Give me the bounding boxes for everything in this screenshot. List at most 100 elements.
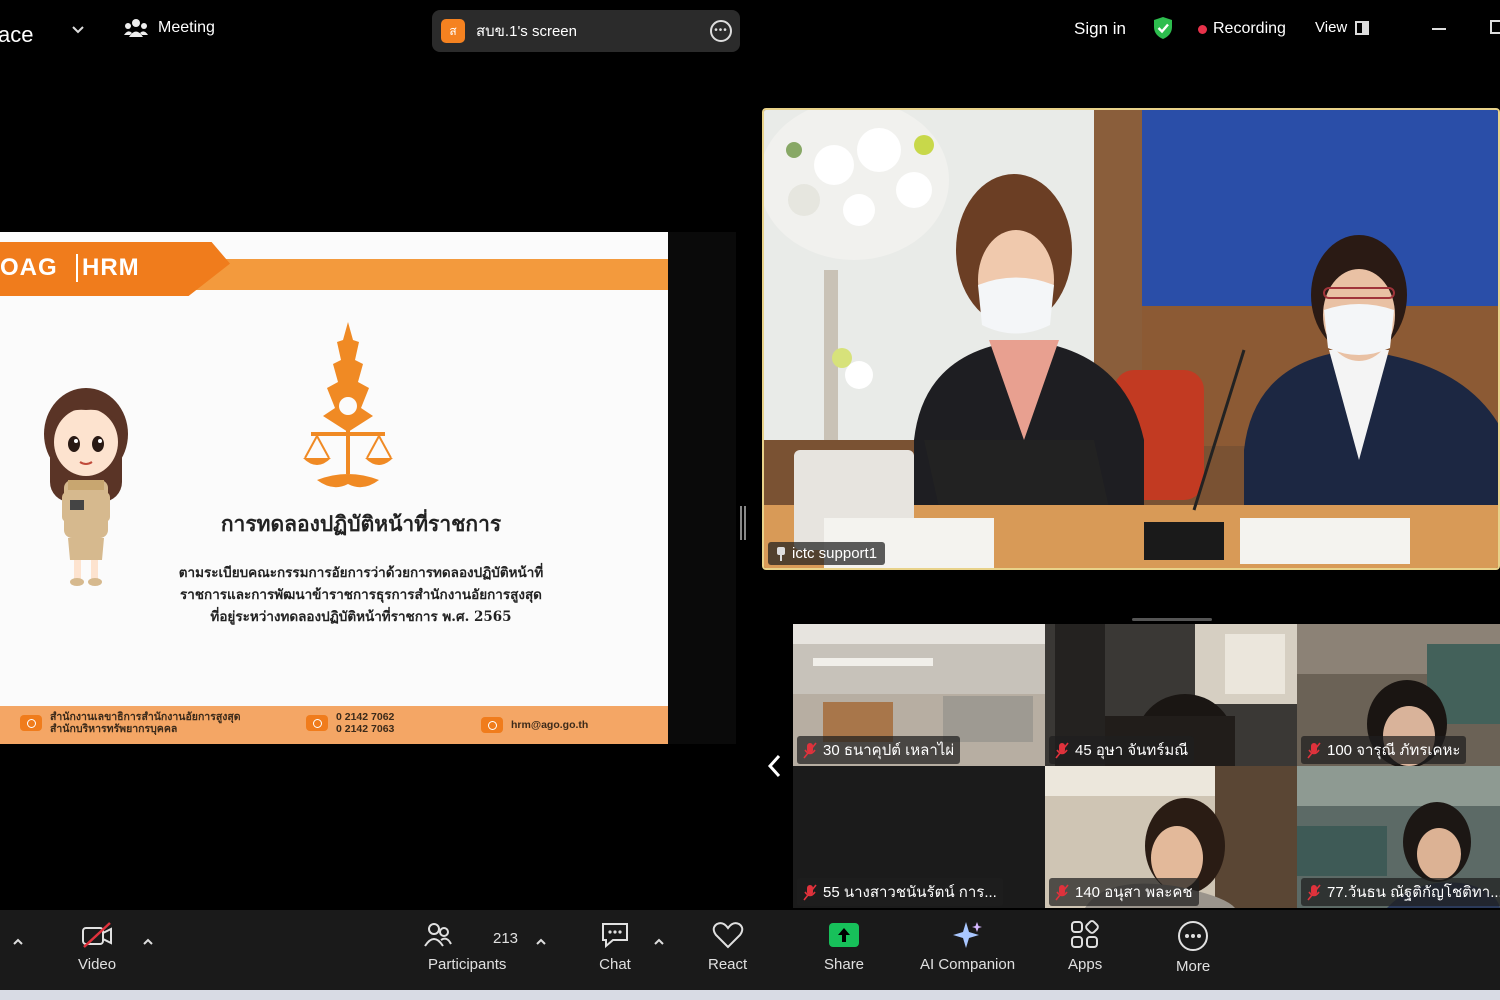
participant-name-tag: 77.วันธน ณัฐติกัญโชติทา...	[1301, 878, 1500, 906]
apps-label: Apps	[1068, 956, 1103, 973]
chevron-down-icon[interactable]	[70, 22, 86, 38]
shared-screen: OAG HRM การทดลองปฏิบัติหน้าที่ราชการ ตาม…	[0, 232, 736, 744]
more-options-icon[interactable]: •••	[710, 20, 732, 42]
sharer-avatar: ส	[441, 19, 465, 43]
window-title: ace	[0, 22, 34, 47]
slide-title: การทดลองปฏิบัติหน้าที่ราชการ	[220, 511, 502, 536]
participant-name-tag: 100 จารุณี ภัทรเคหะ	[1301, 736, 1467, 764]
participants-count: 213	[493, 930, 519, 947]
logo-separator	[76, 254, 78, 282]
share-label: Share	[824, 956, 865, 973]
chevron-up-icon[interactable]	[142, 936, 154, 948]
minimize-button[interactable]	[1432, 28, 1446, 30]
more-button[interactable]: More	[1176, 920, 1210, 975]
gallery-resize-handle[interactable]	[1132, 618, 1212, 621]
location-icon	[20, 715, 42, 731]
heart-icon	[712, 922, 743, 949]
sparkle-icon	[952, 922, 982, 948]
video-off-icon	[82, 922, 113, 948]
participant-name: 55 นางสาวชนันรัตน์ การ...	[823, 884, 997, 901]
participant-tile[interactable]: 100 จารุณี ภัทรเคหะ	[1297, 624, 1500, 766]
screen-share-indicator[interactable]: ส สบข.1's screen •••	[432, 10, 740, 52]
apps-button[interactable]: Apps	[1068, 920, 1102, 973]
view-layout-icon	[1355, 20, 1370, 35]
view-button[interactable]: View	[1315, 19, 1370, 36]
meeting-toolbar: Video Participants 213 Chat React Share	[0, 910, 1500, 990]
recording-indicator[interactable]: Recording	[1198, 20, 1286, 38]
video-button[interactable]: Video	[78, 920, 116, 973]
ai-companion-button[interactable]: AI Companion	[920, 920, 1015, 973]
slide-footer: สำนักงานเลขาธิการสำนักงานอัยการสูงสุด สำ…	[0, 706, 668, 744]
footer-org-line: สำนักบริหารทรัพยากรบุคคล	[50, 723, 178, 735]
phone-icon	[306, 715, 328, 731]
more-label: More	[1176, 958, 1211, 975]
participant-name-tag: 45 อุษา จันทร์มณี	[1049, 736, 1195, 764]
participant-tile[interactable]: 77.วันธน ณัฐติกัญโชติทา...	[1297, 766, 1500, 908]
footer-phone-2: 0 2142 7063	[336, 723, 395, 735]
meeting-label: Meeting	[158, 19, 215, 36]
subtitle-line: ตามระเบียบคณะกรรมการอัยการว่าด้วยการทดลอ…	[178, 565, 544, 581]
mic-muted-icon	[1055, 742, 1069, 758]
panel-resize-handle[interactable]	[740, 506, 746, 540]
mic-muted-icon	[1307, 884, 1321, 900]
meeting-info-button[interactable]: Meeting	[124, 18, 215, 38]
chevron-up-icon[interactable]	[653, 936, 665, 948]
participant-tile[interactable]: 45 อุษา จันทร์มณี	[1045, 624, 1297, 766]
participant-tile[interactable]: 55 นางสาวชนันรัตน์ การ...	[793, 766, 1045, 908]
presentation-slide: OAG HRM การทดลองปฏิบัติหน้าที่ราชการ ตาม…	[0, 232, 668, 744]
people-icon	[124, 19, 148, 37]
participant-name-tag: 140 อนุสา พละคช	[1049, 878, 1199, 906]
participant-name: 45 อุษา จันทร์มณี	[1075, 742, 1189, 759]
speaker-name-tag: ictc support1	[768, 542, 886, 565]
footer-email-text: hrm@ago.go.th	[511, 719, 589, 731]
participant-name: 140 อนุสา พละคช	[1075, 884, 1193, 901]
shield-check-icon[interactable]	[1152, 16, 1174, 40]
participant-name-tag: 55 นางสาวชนันรัตน์ การ...	[797, 878, 1003, 906]
sign-in-button[interactable]: Sign in	[1074, 19, 1126, 39]
mic-muted-icon	[1307, 742, 1321, 758]
video-label: Video	[78, 956, 117, 973]
chevron-up-icon[interactable]	[12, 936, 24, 948]
chat-icon	[602, 923, 628, 949]
hrm-logo: HRM	[82, 254, 140, 281]
maximize-button[interactable]	[1490, 20, 1500, 34]
participants-icon	[424, 923, 453, 947]
participant-tile[interactable]: 30 ธนาคุปต์ เหลาไผ่	[793, 624, 1045, 766]
sharer-screen-name: สบข.1's screen	[476, 23, 577, 40]
participant-name: 77.วันธน ณัฐติกัญโชติทา...	[1327, 884, 1500, 901]
mascot-illustration	[44, 388, 128, 586]
participant-tile[interactable]: 140 อนุสา พละคช	[1045, 766, 1297, 908]
oag-logo: OAG	[0, 254, 58, 281]
footer-org: สำนักงานเลขาธิการสำนักงานอัยการสูงสุด สำ…	[20, 711, 241, 735]
more-icon	[1178, 921, 1209, 951]
footer-email: hrm@ago.go.th	[481, 717, 588, 733]
share-screen-icon	[829, 923, 860, 947]
chat-button[interactable]: Chat	[599, 920, 631, 973]
footer-phone: 0 2142 7062 0 2142 7063	[306, 711, 394, 735]
react-button[interactable]: React	[708, 920, 747, 973]
participants-label: Participants	[428, 956, 507, 973]
subtitle-line: ที่อยู่ระหว่างทดลองปฏิบัติหน้าที่ราชการ …	[210, 609, 512, 625]
react-label: React	[708, 956, 748, 973]
recording-dot-icon	[1198, 24, 1207, 34]
recording-label: Recording	[1213, 20, 1286, 37]
chevron-left-icon[interactable]	[764, 752, 786, 780]
share-button[interactable]: Share	[824, 920, 864, 973]
subtitle-line: ราชการและการพัฒนาข้าราชการธุรการสำนักงาน…	[180, 587, 542, 603]
chat-label: Chat	[599, 956, 631, 973]
mic-muted-icon	[803, 884, 817, 900]
speaker-video-scene	[764, 110, 1498, 568]
footer-phone-1: 0 2142 7062	[336, 711, 395, 723]
pin-icon	[776, 546, 786, 561]
chevron-up-icon[interactable]	[535, 936, 547, 948]
email-icon	[481, 717, 503, 733]
speaker-name: ictc support1	[792, 545, 878, 562]
slide-subtitle: ตามระเบียบคณะกรรมการอัยการว่าด้วยการทดลอ…	[0, 562, 668, 628]
participant-name: 30 ธนาคุปต์ เหลาไผ่	[823, 742, 955, 759]
active-speaker-video[interactable]: ictc support1	[762, 108, 1500, 570]
mic-muted-icon	[803, 742, 817, 758]
emblem-scales-icon	[303, 322, 393, 488]
participant-name: 100 จารุณี ภัทรเคหะ	[1327, 742, 1461, 759]
mic-muted-icon	[1055, 884, 1069, 900]
ai-companion-label: AI Companion	[920, 956, 1016, 973]
